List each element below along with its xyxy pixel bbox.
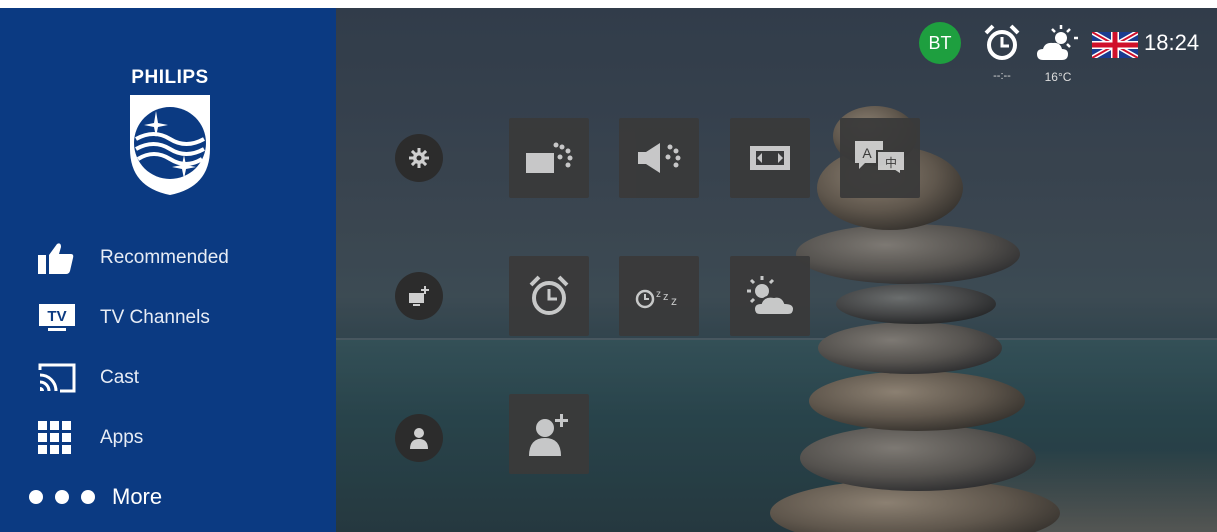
sleep-timer-tile[interactable]: z z z [619, 256, 699, 336]
svg-text:z: z [663, 291, 669, 303]
sidebar-item-label: TV Channels [100, 307, 210, 328]
user-button[interactable] [395, 414, 443, 462]
tv-home-screen: PHILIPS Recommended TV TV Channels Cast … [0, 8, 1217, 532]
sound-style-tile[interactable] [619, 118, 699, 198]
svg-text:z: z [671, 294, 677, 308]
philips-logo: PHILIPS [122, 67, 218, 197]
picture-format-icon [750, 146, 790, 170]
uk-flag-icon[interactable] [1092, 32, 1138, 58]
add-user-icon [529, 414, 568, 456]
clock-time: 18:24 [1144, 30, 1200, 55]
add-user-tile[interactable] [509, 394, 589, 474]
sidebar-item-label: More [112, 484, 163, 509]
weather-icon [747, 276, 796, 316]
philips-shield-icon [130, 95, 210, 195]
add-device-button[interactable] [395, 272, 443, 320]
thumbs-up-icon [38, 241, 80, 275]
subtitle-language-icon: A 中 [855, 141, 906, 177]
svg-text:中: 中 [885, 155, 897, 170]
tv-icon: TV [38, 301, 80, 335]
temperature: 16°C [1044, 70, 1072, 84]
alarm-time: --:-- [993, 70, 1011, 82]
apps-grid-icon [38, 421, 80, 455]
weather-tile[interactable] [730, 256, 810, 336]
sound-style-icon [638, 143, 681, 173]
picture-style-icon [526, 142, 573, 173]
cast-icon [38, 361, 80, 395]
more-dots-icon [26, 480, 100, 514]
alarm-clock-icon [529, 275, 569, 315]
sidebar-item-recommended[interactable]: Recommended [38, 238, 229, 278]
bt-badge[interactable]: BT [919, 22, 961, 64]
sidebar-item-apps[interactable]: Apps [38, 418, 143, 458]
sidebar-item-more[interactable]: More [26, 477, 162, 517]
settings-gear-icon [409, 148, 429, 168]
alarm-clock-status-icon [984, 24, 1020, 60]
sleep-timer-icon: z z z [635, 289, 677, 309]
sidebar: PHILIPS Recommended TV TV Channels Cast … [0, 8, 336, 532]
svg-text:z: z [656, 289, 661, 300]
sidebar-item-label: Cast [100, 367, 140, 388]
sidebar-item-cast[interactable]: Cast [38, 358, 139, 398]
weather-status-icon [1037, 25, 1078, 60]
picture-style-tile[interactable] [509, 118, 589, 198]
brand-name: PHILIPS [131, 67, 209, 88]
user-icon [410, 428, 428, 449]
alarm-tile[interactable] [509, 256, 589, 336]
sidebar-item-label: Apps [100, 427, 144, 448]
add-device-icon [409, 286, 429, 306]
subtitle-language-tile[interactable]: A 中 [840, 118, 920, 198]
settings-button[interactable] [395, 134, 443, 182]
sidebar-item-tv-channels[interactable]: TV TV Channels [38, 298, 210, 338]
svg-text:A: A [862, 145, 872, 161]
sidebar-item-label: Recommended [100, 247, 229, 268]
svg-text:TV: TV [47, 308, 66, 325]
picture-format-tile[interactable] [730, 118, 810, 198]
